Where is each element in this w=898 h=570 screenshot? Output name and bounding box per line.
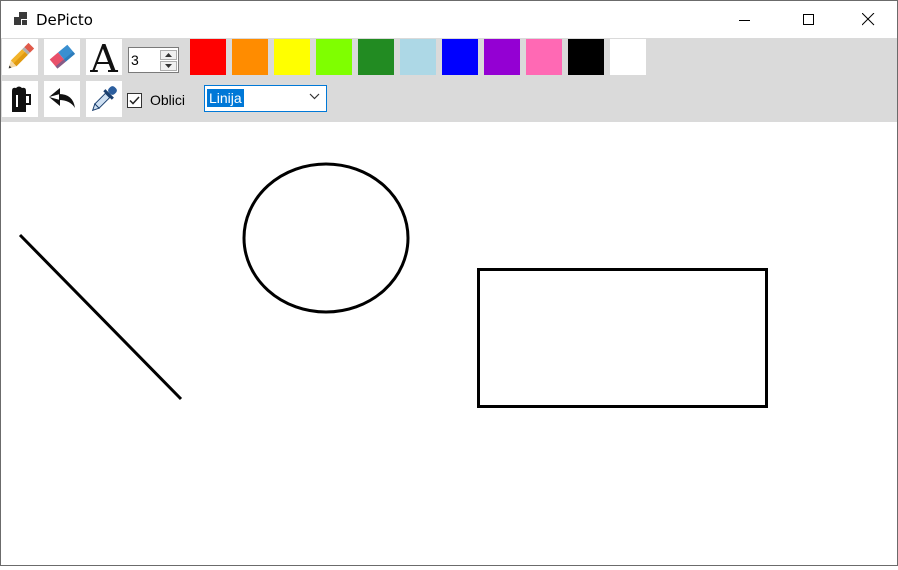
stepper-down-button[interactable] <box>160 61 177 71</box>
color-swatch[interactable] <box>442 39 478 75</box>
eyedropper-tool-button[interactable] <box>86 81 122 117</box>
brush-size-stepper[interactable]: 3 <box>128 47 179 73</box>
maximize-button[interactable] <box>786 1 832 38</box>
undo-button[interactable] <box>44 81 80 117</box>
shapes-checkbox[interactable] <box>127 92 142 108</box>
close-button[interactable] <box>845 1 891 38</box>
shapes-checkbox-control[interactable]: Oblici <box>127 91 185 109</box>
title-bar: DePicto <box>1 1 897 38</box>
fill-tool-button[interactable] <box>2 81 38 117</box>
color-swatch[interactable] <box>190 39 226 75</box>
text-tool-button[interactable]: A <box>86 39 122 75</box>
chevron-up-icon <box>165 53 172 57</box>
minimize-icon <box>739 19 750 21</box>
minimize-button[interactable] <box>722 1 768 38</box>
shape-select-value: Linija <box>207 89 244 107</box>
pencil-icon <box>8 42 35 69</box>
svg-text:A: A <box>89 40 118 74</box>
close-icon <box>861 13 874 26</box>
maximize-icon <box>803 13 814 25</box>
eraser-tool-button[interactable] <box>44 39 80 75</box>
color-swatch[interactable] <box>232 39 268 75</box>
color-swatch[interactable] <box>316 39 352 75</box>
shape-select[interactable]: Linija <box>204 85 327 112</box>
chevron-down-icon[interactable] <box>309 93 320 100</box>
stepper-up-button[interactable] <box>160 50 177 60</box>
color-swatch[interactable] <box>484 39 520 75</box>
app-icon <box>14 12 27 25</box>
pencil-tool-button[interactable] <box>2 39 38 75</box>
chevron-down-icon <box>165 64 172 68</box>
drawn-ellipse <box>242 162 410 314</box>
shapes-checkbox-label: Oblici <box>150 92 186 108</box>
color-swatch[interactable] <box>526 39 562 75</box>
bucket-fill-icon <box>12 86 31 112</box>
color-swatch[interactable] <box>610 39 646 75</box>
color-swatch[interactable] <box>568 39 604 75</box>
color-swatch[interactable] <box>358 39 394 75</box>
brush-size-value[interactable]: 3 <box>131 52 139 68</box>
color-swatch[interactable] <box>400 39 436 75</box>
eyedropper-icon <box>91 86 117 112</box>
window-title: DePicto <box>36 11 93 29</box>
undo-icon <box>49 88 75 108</box>
toolbar: A 3 Oblici Linija <box>1 38 897 122</box>
eraser-icon <box>49 44 76 69</box>
checkmark-icon <box>129 95 140 105</box>
drawn-line <box>18 233 183 401</box>
app-window: DePicto A 3 Oblici Linija <box>0 0 898 566</box>
text-icon: A <box>89 40 118 74</box>
drawn-rectangle <box>477 268 768 408</box>
color-swatch[interactable] <box>274 39 310 75</box>
drawing-canvas[interactable] <box>1 122 897 565</box>
canvas-drawing <box>18 162 768 408</box>
